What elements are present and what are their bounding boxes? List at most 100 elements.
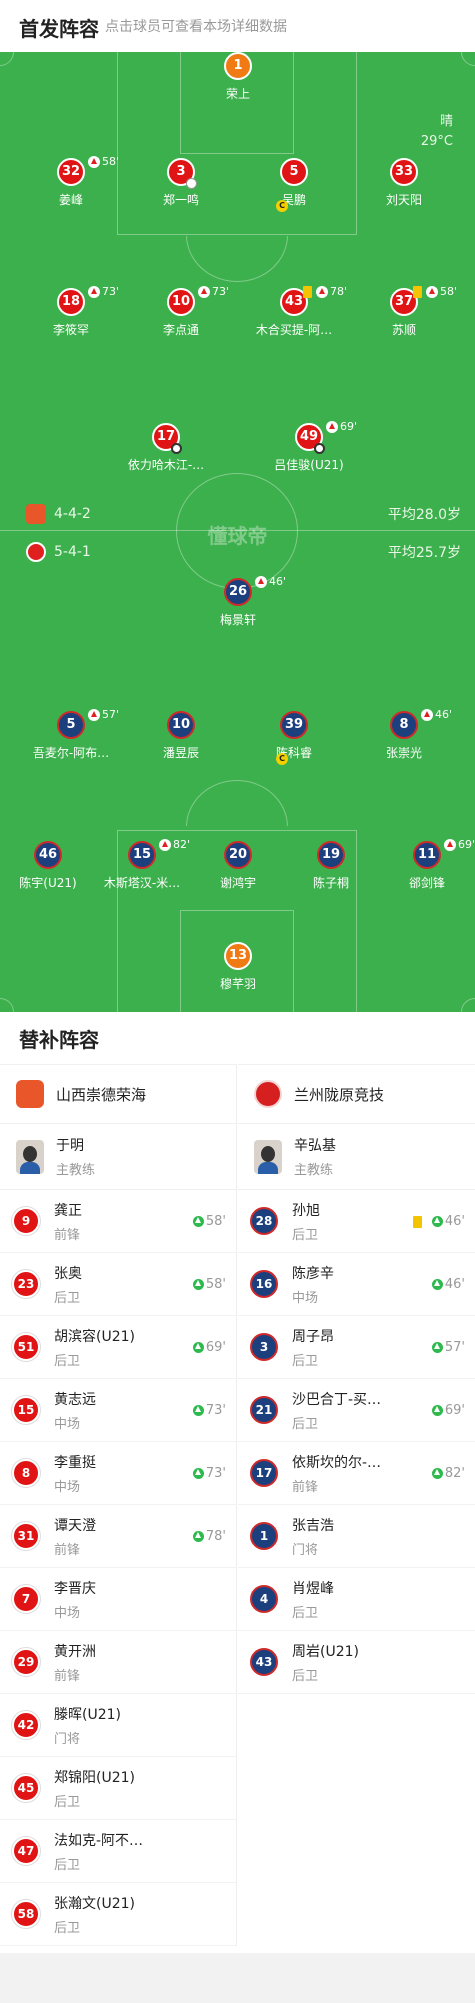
sub-player-number: 4: [250, 1585, 278, 1613]
sub-player-row[interactable]: 7 李晋庆 中场: [0, 1568, 236, 1631]
sub-player-name: 胡滨容(U21): [54, 1328, 135, 1345]
sub-player-row[interactable]: 42 滕晖(U21) 门将: [0, 1694, 236, 1757]
sub-in-badge: 78': [192, 1529, 226, 1544]
sub-player-row[interactable]: 1 张吉浩 门将: [238, 1505, 475, 1568]
sub-player-row[interactable]: 28 孙旭 后卫 46': [238, 1190, 475, 1253]
home-player[interactable]: 18 73' 李筱罕: [11, 285, 131, 338]
away-player[interactable]: 5 57' 吾麦尔-阿布…: [11, 708, 131, 761]
sub-player-row[interactable]: 58 张瀚文(U21) 后卫: [0, 1883, 236, 1946]
coach-avatar: [16, 1139, 44, 1174]
sub-player-name: 李重挺: [54, 1454, 96, 1471]
player-name: 依力哈木江-…: [127, 458, 205, 472]
sub-in-icon: [431, 1468, 443, 1479]
away-player[interactable]: 39 C 陈科睿: [234, 711, 354, 765]
captain-icon: C: [276, 200, 288, 212]
away-coach-row[interactable]: 辛弘基 主教练: [238, 1124, 475, 1190]
sub-in-icon: [192, 1279, 204, 1290]
sub-minute: 58': [440, 285, 458, 298]
sub-player-name: 周子昂: [292, 1328, 334, 1345]
sub-player-row[interactable]: 4 肖煜峰 后卫: [238, 1568, 475, 1631]
sub-player-number: 31: [12, 1522, 40, 1550]
sub-minute: 58': [102, 155, 120, 168]
subs-title: 替补阵容: [19, 1028, 99, 1052]
sub-player-position: 前锋: [54, 1542, 81, 1558]
sub-player-row[interactable]: 31 谭天澄 前锋 78': [0, 1505, 236, 1568]
sub-player-row[interactable]: 9 龚正 前锋 58': [0, 1190, 236, 1253]
sub-player-position: 后卫: [54, 1857, 81, 1873]
away-player[interactable]: 8 46' 张崇光: [344, 708, 464, 761]
away-subs-column: 兰州陇原竞技 辛弘基 主教练 28 孙旭 后卫 46' 16 陈彦辛 中场 46' 3 周子昂 后卫…: [238, 1064, 475, 1694]
player-name: 郑一鸣: [162, 193, 199, 207]
sub-player-row[interactable]: 21 沙巴合丁-买… 后卫 69': [238, 1379, 475, 1442]
sub-out-icon: [198, 285, 210, 298]
weather-condition: 晴: [439, 114, 453, 129]
away-player[interactable]: 10 潘昱辰: [121, 711, 241, 761]
sub-player-row[interactable]: 45 郑锦阳(U21) 后卫: [0, 1757, 236, 1820]
sub-player-row[interactable]: 29 黄开洲 前锋: [0, 1631, 236, 1694]
player-number: 1: [224, 52, 252, 80]
sub-player-row[interactable]: 51 胡滨容(U21) 后卫 69': [0, 1316, 236, 1379]
sub-out-icon: [326, 420, 338, 433]
player-number: 46: [34, 841, 62, 869]
home-coach-row[interactable]: 于明 主教练: [0, 1124, 236, 1190]
home-player[interactable]: 33 刘天阳: [344, 158, 464, 208]
home-player[interactable]: 5 C 吴鹏: [234, 158, 354, 212]
player-number: 8: [390, 711, 418, 739]
sub-in-icon: [192, 1342, 204, 1353]
home-player[interactable]: 43 78' 木合买提-阿…: [234, 285, 354, 338]
sub-player-number: 17: [250, 1459, 278, 1487]
home-team-logo-icon: [16, 1080, 44, 1108]
sub-player-position: 后卫: [292, 1605, 319, 1621]
sub-player-number: 7: [12, 1585, 40, 1613]
sub-player-row[interactable]: 3 周子昂 后卫 57': [238, 1316, 475, 1379]
sub-out-icon: [88, 155, 100, 168]
goal-ball-icon: [171, 443, 182, 454]
sub-in-minute: 58': [205, 1277, 226, 1292]
sub-player-position: 后卫: [292, 1668, 319, 1684]
sub-player-position: 前锋: [292, 1479, 319, 1495]
away-player[interactable]: 11 69' 郤剑锋: [367, 838, 475, 891]
sub-player-name: 黄志远: [54, 1391, 96, 1408]
home-player[interactable]: 10 73' 李点通: [121, 285, 241, 338]
player-number: 32: [57, 158, 85, 186]
player-name: 刘天阳: [385, 193, 422, 207]
watermark: 懂球帝: [207, 524, 268, 548]
home-player[interactable]: 3 郑一鸣: [121, 158, 241, 208]
away-player[interactable]: 13 穆芊羽: [178, 942, 298, 992]
home-player[interactable]: 17 依力哈木江-…: [106, 423, 226, 473]
sub-in-minute: 58': [205, 1214, 226, 1229]
home-subs-column: 山西崇德荣海 于明 主教练 9 龚正 前锋 58' 23 张奥 后卫 58' 51 胡滨容(U21…: [0, 1064, 237, 1946]
sub-player-name: 依斯坎的尔-…: [292, 1454, 382, 1471]
sub-player-position: 中场: [292, 1290, 319, 1306]
sub-player-row[interactable]: 8 李重挺 中场 73': [0, 1442, 236, 1505]
home-player[interactable]: 1 荣上: [178, 52, 298, 102]
player-name: 穆芊羽: [219, 977, 256, 991]
sub-player-name: 周岩(U21): [292, 1643, 359, 1660]
sub-player-number: 29: [12, 1648, 40, 1676]
sub-in-badge: 46': [412, 1214, 465, 1229]
sub-player-row[interactable]: 16 陈彦辛 中场 46': [238, 1253, 475, 1316]
sub-out-icon: [255, 575, 267, 588]
sub-out-icon: [88, 708, 100, 721]
sub-in-icon: [431, 1216, 443, 1227]
sub-in-minute: 69': [444, 1403, 465, 1418]
player-number: 20: [224, 841, 252, 869]
sub-player-row[interactable]: 17 依斯坎的尔-… 前锋 82': [238, 1442, 475, 1505]
sub-player-row[interactable]: 23 张奥 后卫 58': [0, 1253, 236, 1316]
player-number: 33: [390, 158, 418, 186]
sub-player-row[interactable]: 15 黄志远 中场 73': [0, 1379, 236, 1442]
home-player[interactable]: 37 58' 苏顺: [344, 285, 464, 338]
away-player[interactable]: 26 46' 梅景轩: [178, 575, 298, 628]
sub-player-row[interactable]: 47 法如克-阿不… 后卫: [0, 1820, 236, 1883]
sub-player-position: 后卫: [292, 1227, 319, 1243]
away-team-logo-icon: [26, 542, 46, 562]
coach-role: 主教练: [294, 1163, 334, 1178]
sub-player-row[interactable]: 43 周岩(U21) 后卫: [238, 1631, 475, 1694]
home-player[interactable]: 32 58' 姜峰: [11, 155, 131, 208]
away-team-row[interactable]: 兰州陇原竞技: [238, 1064, 475, 1124]
sub-player-position: 后卫: [54, 1920, 81, 1936]
coach-role: 主教练: [56, 1163, 96, 1178]
player-name: 陈科睿: [275, 746, 312, 760]
home-team-row[interactable]: 山西崇德荣海: [0, 1064, 236, 1124]
home-player[interactable]: 49 69' 吕佳骏(U21): [249, 420, 369, 473]
